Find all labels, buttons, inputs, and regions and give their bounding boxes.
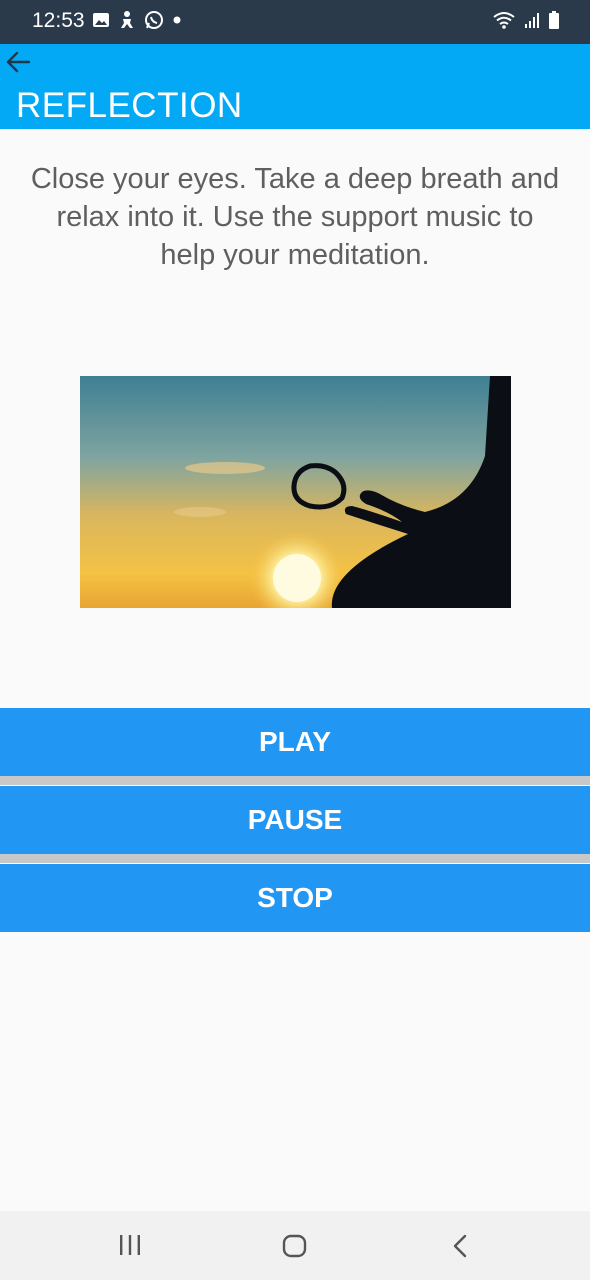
status-icons-right bbox=[492, 10, 560, 30]
pause-button[interactable]: PAUSE bbox=[0, 786, 590, 854]
app-bar: REFLECTION bbox=[0, 44, 590, 129]
stop-button[interactable]: STOP bbox=[0, 864, 590, 932]
meditation-sunset-image bbox=[80, 376, 511, 608]
back-arrow-icon[interactable] bbox=[4, 48, 34, 76]
play-button[interactable]: PLAY bbox=[0, 708, 590, 776]
instructions-line-1: Close your eyes. Take a deep breath and bbox=[30, 163, 560, 195]
accessibility-icon bbox=[121, 11, 133, 28]
back-icon[interactable] bbox=[449, 1233, 471, 1259]
battery-icon bbox=[549, 11, 559, 29]
home-icon[interactable] bbox=[281, 1233, 309, 1259]
status-icons-left bbox=[92, 10, 182, 30]
gallery-icon bbox=[93, 13, 109, 27]
instructions-line-3: help your meditation. bbox=[160, 239, 430, 271]
signal-icon bbox=[525, 13, 539, 28]
recent-apps-icon[interactable] bbox=[117, 1233, 143, 1257]
whatsapp-icon bbox=[145, 11, 163, 29]
status-time: 12:53 bbox=[32, 9, 85, 32]
status-bar: 12:53 bbox=[0, 0, 590, 44]
system-nav-bar bbox=[0, 1211, 590, 1280]
pause-button-shadow bbox=[0, 854, 590, 863]
play-button-shadow bbox=[0, 776, 590, 785]
page-title: REFLECTION bbox=[16, 86, 243, 125]
wifi-icon bbox=[493, 12, 515, 29]
instructions-text: Close your eyes. Take a deep breath and … bbox=[0, 160, 590, 274]
instructions-line-2: relax into it. Use the support music to bbox=[56, 201, 534, 233]
notification-dot-icon bbox=[173, 16, 181, 24]
